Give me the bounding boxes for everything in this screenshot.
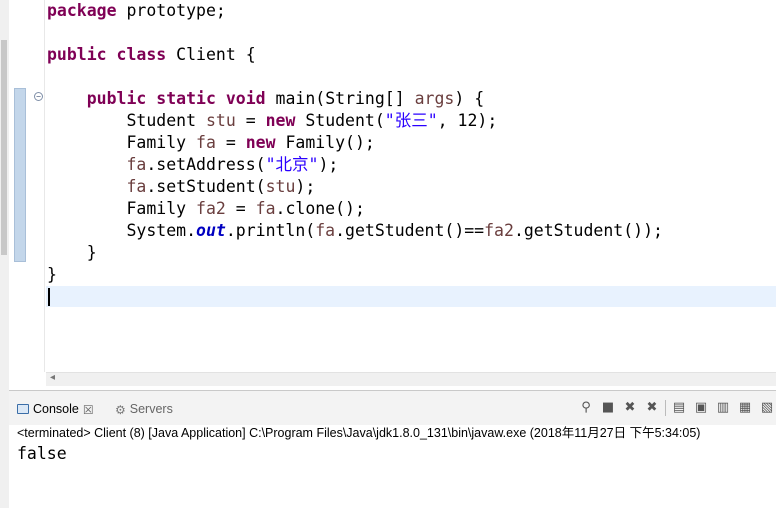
code-token: out (196, 221, 226, 240)
code-line[interactable]: public static void main(String[] args) { (47, 88, 663, 110)
code-token: .setStudent( (146, 177, 266, 196)
close-icon[interactable]: ☒ (83, 400, 94, 420)
tab-servers-label: Servers (129, 402, 173, 416)
clear-console-icon[interactable]: ▤ (670, 399, 688, 417)
code-line[interactable] (47, 66, 663, 88)
code-token: new (245, 133, 276, 152)
code-line[interactable]: Student stu = new Student("张三", 12); (47, 110, 663, 132)
console-toolbar: ⚲ ■ ✖ ✖ ▤ ▣ ▥ ▦ ▧ (577, 399, 776, 419)
word-wrap-icon[interactable]: ▥ (714, 399, 732, 417)
left-scrollbar[interactable] (0, 0, 9, 508)
code-token: Client { (166, 45, 256, 64)
code-line[interactable]: package prototype; (47, 0, 663, 22)
code-token: fa (196, 133, 216, 152)
servers-icon: ⚙ (115, 402, 126, 417)
code-token: , 12); (437, 111, 498, 130)
code-token: prototype; (116, 1, 226, 20)
code-token: class (116, 45, 167, 64)
code-token: args (414, 89, 455, 108)
scroll-left-icon[interactable]: ◂ (50, 372, 55, 383)
code-editor[interactable]: package prototype; public class Client { … (46, 0, 776, 372)
code-token: stu (205, 111, 236, 130)
code-token: fa (126, 155, 147, 174)
code-token: public (47, 45, 107, 64)
code-token: .getStudent()== (335, 221, 485, 240)
code-token: ); (318, 155, 339, 174)
console-output[interactable]: false (17, 443, 67, 465)
code-token: void (225, 89, 266, 108)
tab-console[interactable]: Console ☒ (17, 399, 94, 419)
console-launch-status: <terminated> Client (8) [Java Applicatio… (17, 426, 701, 440)
quick-diff-change-bar (14, 88, 26, 262)
code-token: public (86, 89, 147, 108)
source-code[interactable]: package prototype; public class Client { … (47, 0, 663, 308)
console-tab-bar: Console ☒ ⚙ Servers ⚲ ■ ✖ ✖ ▤ ▣ ▥ ▦ ▧ (9, 391, 776, 425)
code-token: = (225, 199, 256, 218)
code-line[interactable]: } (47, 242, 663, 264)
code-token: Family(); (275, 133, 375, 152)
fold-collapse-icon[interactable]: − (34, 92, 43, 101)
code-token: .setAddress( (146, 155, 266, 174)
code-token: .clone(); (275, 199, 365, 218)
code-token: "张三" (384, 111, 438, 130)
code-token: System. (47, 221, 197, 240)
code-line[interactable]: } (47, 264, 663, 286)
pin-icon[interactable]: ⚲ (577, 399, 595, 417)
code-line[interactable] (47, 286, 663, 308)
code-token: Student (47, 111, 206, 130)
code-line[interactable]: System.out.println(fa.getStudent()==fa2.… (47, 220, 663, 242)
code-token: fa2 (484, 221, 514, 240)
code-token: static (156, 89, 216, 108)
code-token: } (47, 243, 97, 262)
code-token: fa (315, 221, 336, 240)
open-console-icon[interactable]: ▧ (758, 399, 776, 417)
terminate-icon[interactable]: ■ (599, 399, 617, 417)
console-view: Console ☒ ⚙ Servers ⚲ ■ ✖ ✖ ▤ ▣ ▥ ▦ ▧ <terminated>… (9, 390, 776, 509)
left-scrollbar-thumb[interactable] (1, 40, 7, 255)
code-token: package (47, 1, 117, 20)
code-token: = (235, 111, 266, 130)
ruler-divider (44, 0, 45, 372)
code-token: Student( (295, 111, 385, 130)
code-token: Family (47, 133, 197, 152)
code-line[interactable]: fa.setStudent(stu); (47, 176, 663, 198)
code-line[interactable]: Family fa2 = fa.clone(); (47, 198, 663, 220)
code-token: fa (126, 177, 147, 196)
scroll-lock-icon[interactable]: ▣ (692, 399, 710, 417)
code-token: } (47, 265, 57, 284)
console-icon (17, 403, 29, 414)
code-token: new (265, 111, 296, 130)
code-token: fa (255, 199, 276, 218)
code-line[interactable]: Family fa = new Family(); (47, 132, 663, 154)
editor-horizontal-scrollbar[interactable]: ◂ (46, 372, 776, 386)
show-on-output-icon[interactable]: ▦ (736, 399, 754, 417)
code-token: .getStudent()); (513, 221, 663, 240)
code-token: main(String[] (265, 89, 415, 108)
code-line[interactable]: public class Client { (47, 44, 663, 66)
code-line[interactable] (47, 22, 663, 44)
code-token: stu (265, 177, 296, 196)
code-token: = (215, 133, 246, 152)
code-token: ); (295, 177, 316, 196)
code-token: Family (47, 199, 197, 218)
remove-launch-icon[interactable]: ✖ (621, 399, 639, 417)
code-line[interactable]: fa.setAddress("北京"); (47, 154, 663, 176)
code-token: ) { (454, 89, 485, 108)
toolbar-separator (665, 400, 666, 416)
code-token: .println( (225, 221, 316, 240)
tab-servers[interactable]: ⚙ Servers (115, 399, 173, 419)
remove-all-icon[interactable]: ✖ (643, 399, 661, 417)
code-token: fa2 (196, 199, 226, 218)
tab-console-label: Console (33, 402, 79, 416)
code-token: "北京" (265, 155, 319, 174)
